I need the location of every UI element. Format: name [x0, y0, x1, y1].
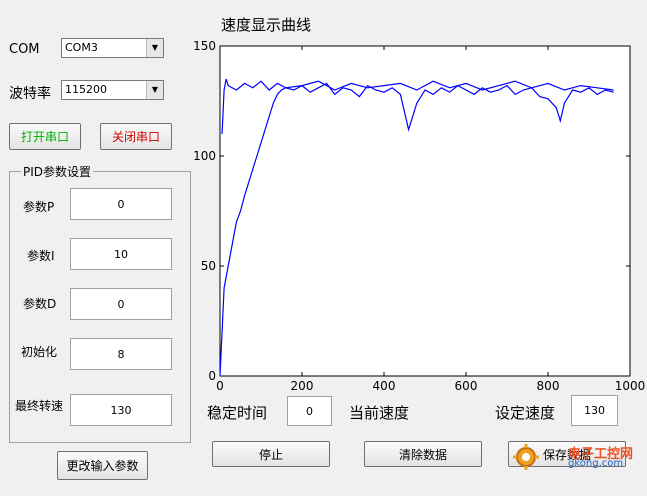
d-input[interactable]: 0: [70, 288, 172, 320]
chevron-down-icon[interactable]: ▼: [146, 39, 163, 57]
set-speed-field[interactable]: 130: [571, 395, 618, 426]
baud-select-value: 115200: [65, 83, 107, 96]
watermark: 电子工控网 gkong.com: [512, 443, 642, 473]
y-tick-label: 150: [193, 39, 216, 53]
set-speed-label: 设定速度: [495, 404, 556, 422]
d-input-value: 0: [117, 297, 125, 311]
apply-params-label: 更改输入参数: [66, 459, 139, 473]
final-label: 最终转速: [15, 399, 64, 413]
gear-icon: [513, 444, 539, 470]
i-label: 参数I: [27, 249, 55, 263]
com-label: COM: [9, 42, 40, 57]
close-port-label: 关闭串口: [111, 130, 160, 144]
clear-data-label: 清除数据: [398, 447, 447, 462]
x-tick-label: 200: [291, 379, 314, 393]
d-label: 参数D: [23, 297, 57, 311]
com-select[interactable]: COM3 ▼: [61, 38, 164, 58]
p-input-value: 0: [117, 197, 125, 211]
x-tick-label: 1000: [615, 379, 646, 393]
clear-data-button[interactable]: 清除数据: [364, 441, 482, 467]
chevron-down-icon[interactable]: ▼: [146, 81, 163, 99]
open-port-label: 打开串口: [20, 130, 69, 144]
apply-params-button[interactable]: 更改输入参数: [57, 451, 148, 480]
x-tick-label: 400: [373, 379, 396, 393]
x-tick-label: 0: [216, 379, 224, 393]
x-tick-label: 600: [455, 379, 478, 393]
open-port-button[interactable]: 打开串口: [9, 123, 81, 150]
final-input[interactable]: 130: [70, 394, 172, 426]
final-input-value: 130: [110, 403, 132, 417]
p-label: 参数P: [23, 200, 55, 214]
stop-button[interactable]: 停止: [212, 441, 330, 467]
init-input[interactable]: 8: [70, 338, 172, 370]
stop-label: 停止: [258, 447, 283, 462]
y-tick-label: 50: [201, 259, 216, 273]
init-label: 初始化: [21, 345, 58, 359]
x-tick-label: 800: [537, 379, 560, 393]
settle-time-field[interactable]: 0: [287, 396, 332, 426]
p-input[interactable]: 0: [70, 188, 172, 220]
close-port-button[interactable]: 关闭串口: [100, 123, 172, 150]
speed-chart: 0 200 400 600 800 1000 0 50 100 150: [193, 39, 646, 393]
i-input-value: 10: [114, 247, 128, 261]
init-input-value: 8: [117, 347, 125, 361]
i-input[interactable]: 10: [70, 238, 172, 270]
y-tick-label: 100: [193, 149, 216, 163]
com-select-value: COM3: [65, 41, 98, 54]
y-tick-label: 0: [208, 369, 216, 383]
baud-label: 波特率: [9, 86, 51, 102]
baud-select[interactable]: 115200 ▼: [61, 80, 164, 100]
set-speed-value: 130: [584, 404, 605, 417]
pid-panel-title: PID参数设置: [21, 163, 94, 180]
settle-time-value: 0: [306, 404, 313, 418]
current-speed-label: 当前速度: [349, 404, 410, 422]
watermark-url: gkong.com: [568, 458, 624, 469]
settle-time-label: 稳定时间: [207, 404, 268, 422]
